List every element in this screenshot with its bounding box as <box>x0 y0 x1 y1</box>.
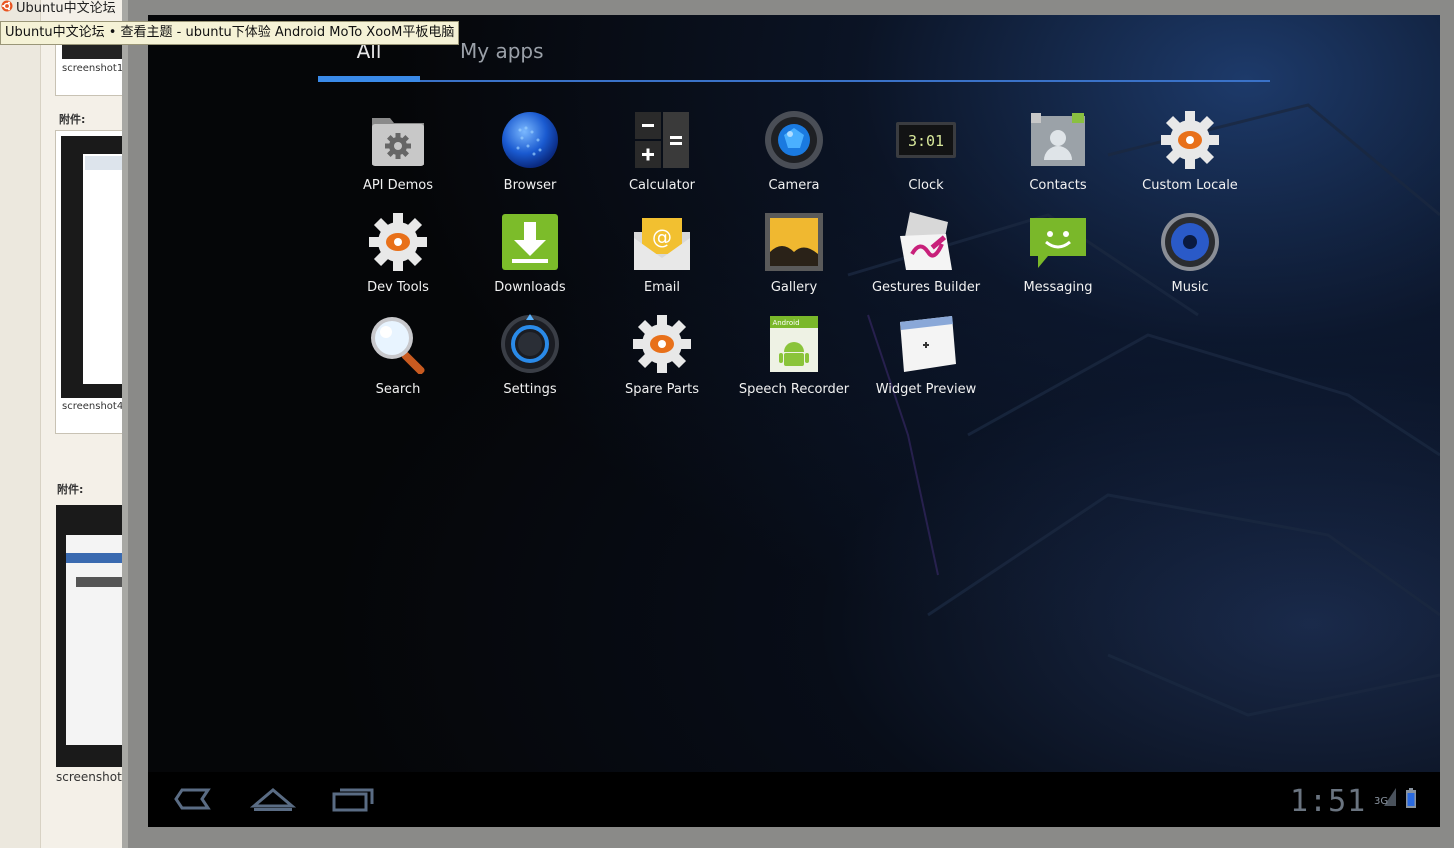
folder-gear-icon <box>372 118 424 166</box>
attachment-caption-3[interactable]: screenshot3 <box>56 770 124 784</box>
gear-icon <box>1161 111 1219 169</box>
app-label: Messaging <box>1023 280 1093 295</box>
android-icon-text: Android <box>772 319 799 327</box>
app-label: Browser <box>503 178 557 193</box>
app-music[interactable]: Music <box>1124 212 1256 312</box>
attachment-label-2: 附件: <box>57 483 84 496</box>
clock-icon-text: 3:01 <box>908 132 944 150</box>
app-email[interactable]: @ Email <box>596 212 728 312</box>
app-widget-preview[interactable]: Widget Preview <box>860 314 992 414</box>
download-icon <box>502 214 558 270</box>
recent-apps-button[interactable] <box>328 782 378 816</box>
app-camera[interactable]: Camera <box>728 110 860 210</box>
gear-icon <box>633 315 691 373</box>
forum-left-rail <box>0 0 41 848</box>
contacts-icon <box>1031 113 1085 166</box>
camera-lens-icon <box>765 111 823 169</box>
tab-selected-indicator <box>318 76 420 82</box>
gallery-icon <box>765 213 823 271</box>
app-spare-parts[interactable]: Spare Parts <box>596 314 728 414</box>
clock-icon: 3:01 <box>896 122 956 158</box>
magnifier-icon <box>371 317 425 374</box>
app-gallery[interactable]: Gallery <box>728 212 860 312</box>
app-calculator[interactable]: Calculator <box>596 110 728 210</box>
app-label: Music <box>1171 280 1209 295</box>
attachment-label-1: 附件: <box>59 113 86 126</box>
app-search[interactable]: Search <box>332 314 464 414</box>
attachment-thumbnail-3[interactable]: screenshot3 <box>52 500 124 832</box>
app-label: Camera <box>768 178 820 193</box>
android-emulator-screen[interactable]: All My apps API Demos Browser Calculator… <box>148 15 1440 827</box>
app-label: Custom Locale <box>1142 178 1238 193</box>
window-title: Ubuntu中文论坛 <box>16 1 116 16</box>
app-speech-recorder[interactable]: Android Speech Recorder <box>728 314 860 414</box>
app-label: Dev Tools <box>367 280 429 295</box>
app-label: API Demos <box>362 178 434 193</box>
gestures-icon <box>900 212 952 270</box>
app-custom-locale[interactable]: Custom Locale <box>1124 110 1256 210</box>
app-browser[interactable]: Browser <box>464 110 596 210</box>
app-label: Gestures Builder <box>871 280 981 295</box>
attachment-thumbnail-2[interactable]: screenshot4. <box>55 130 124 434</box>
back-button[interactable] <box>168 782 218 816</box>
system-navigation-bar: 1:51 3G <box>148 772 1440 827</box>
attachment-caption-2[interactable]: screenshot4. <box>62 401 124 412</box>
home-button[interactable] <box>248 782 298 816</box>
window-divider <box>122 0 128 848</box>
android-icon: Android <box>770 316 818 372</box>
tab-my-apps[interactable]: My apps <box>460 39 544 63</box>
app-settings[interactable]: Settings <box>464 314 596 414</box>
app-api-demos[interactable]: API Demos <box>332 110 464 210</box>
email-icon: @ <box>634 218 690 270</box>
app-label: Contacts <box>1029 178 1087 193</box>
network-type-label: 3G <box>1374 796 1389 807</box>
app-clock[interactable]: 3:01 Clock <box>860 110 992 210</box>
app-label: Email <box>643 280 681 295</box>
app-contacts[interactable]: Contacts <box>992 110 1124 210</box>
app-dev-tools[interactable]: Dev Tools <box>332 212 464 312</box>
app-gestures-builder[interactable]: Gestures Builder <box>860 212 992 312</box>
svg-text:@: @ <box>652 225 672 249</box>
messaging-icon <box>1030 218 1086 268</box>
calculator-icon <box>635 112 689 168</box>
app-label: Search <box>375 382 421 397</box>
app-label: Speech Recorder <box>738 382 850 397</box>
status-clock[interactable]: 1:51 <box>1290 784 1366 819</box>
attachment-caption-1[interactable]: screenshot1. <box>62 63 124 74</box>
app-label: Spare Parts <box>624 382 700 397</box>
app-downloads[interactable]: Downloads <box>464 212 596 312</box>
tab-underline <box>318 80 1270 82</box>
app-label: Downloads <box>494 280 566 295</box>
speaker-icon <box>1161 213 1219 271</box>
app-label: Clock <box>908 178 944 193</box>
battery-icon <box>1406 788 1416 808</box>
app-messaging[interactable]: Messaging <box>992 212 1124 312</box>
widget-preview-icon <box>900 316 956 372</box>
app-label: Widget Preview <box>875 382 977 397</box>
tab-tooltip: Ubuntu中文论坛 • 查看主题 - ubuntu下体验 Android Mo… <box>0 21 460 45</box>
app-label: Settings <box>503 382 557 397</box>
app-label: Gallery <box>770 280 818 295</box>
app-label: Calculator <box>628 178 695 193</box>
globe-icon <box>502 112 558 168</box>
forum-page-strip: screenshot1. 附件: screenshot4. 附件: screen… <box>0 0 124 848</box>
gear-icon <box>369 213 427 271</box>
settings-icon <box>501 314 559 373</box>
